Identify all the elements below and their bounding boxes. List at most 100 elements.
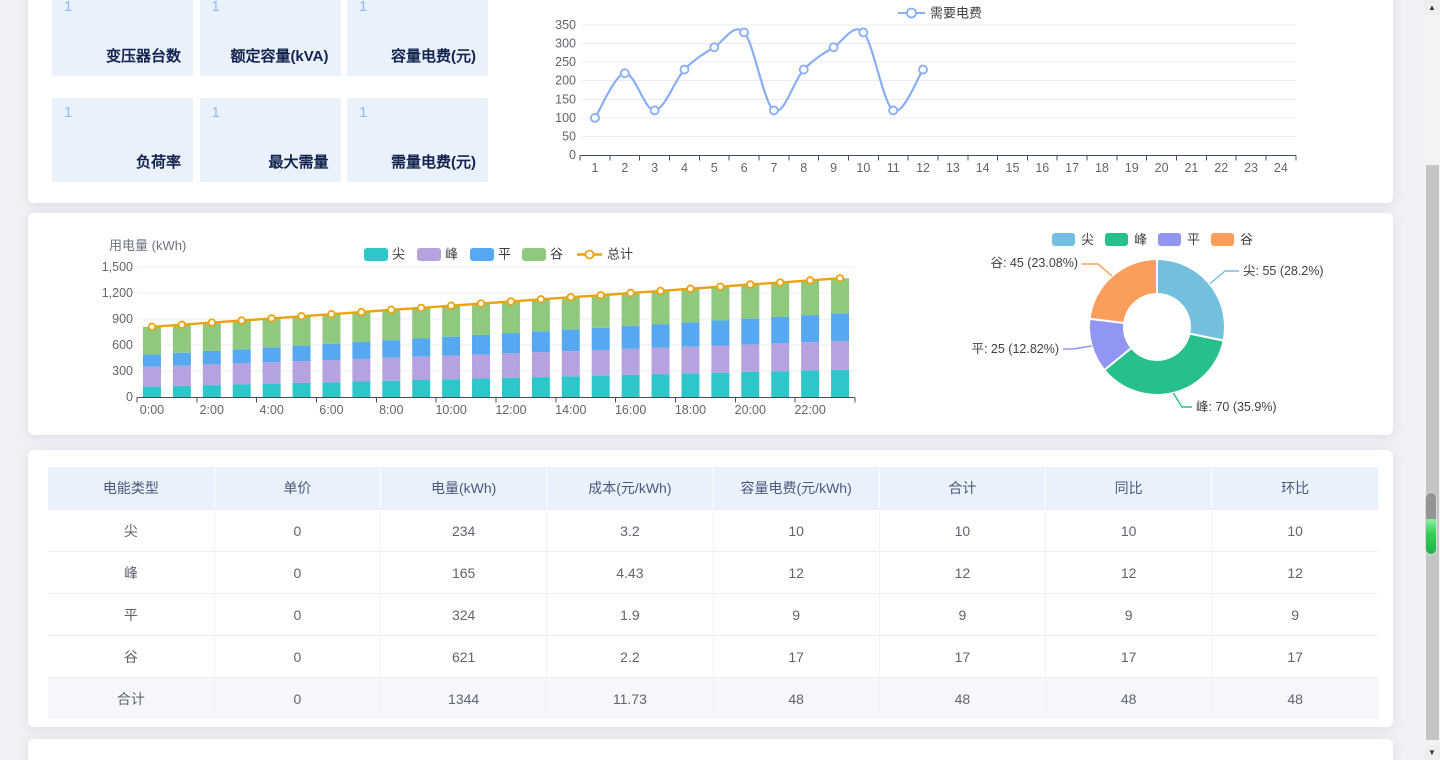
donut-legend-item[interactable]: 尖 bbox=[1052, 232, 1094, 247]
x-axis-tick: 5 bbox=[711, 161, 718, 175]
table-cell: 0 bbox=[214, 636, 380, 678]
table-footer-cell: 48 bbox=[1046, 678, 1212, 720]
stat-card-label: 负荷率 bbox=[136, 151, 181, 172]
next-panel-partial bbox=[28, 739, 1393, 760]
x-axis-tick: 24 bbox=[1274, 161, 1288, 175]
table-cell: 17 bbox=[1046, 636, 1212, 678]
x-axis-tick: 15 bbox=[1006, 161, 1020, 175]
donut-slice[interactable] bbox=[1090, 259, 1158, 323]
stat-card-label: 额定容量(kVA) bbox=[230, 45, 328, 66]
x-axis-tick: 19 bbox=[1125, 161, 1139, 175]
bar-segment bbox=[442, 356, 460, 380]
table-cell: 0 bbox=[214, 594, 380, 636]
legend-label: 峰 bbox=[445, 247, 458, 262]
legend-swatch-icon bbox=[1105, 233, 1128, 246]
demand-legend-item[interactable]: 需要电费 bbox=[898, 6, 982, 21]
bar-segment bbox=[652, 348, 670, 374]
usage-chart-svg: 用电量 (kWh)03006009001,2001,5000:002:004:0… bbox=[95, 233, 885, 425]
bar-segment bbox=[412, 339, 430, 357]
bar-segment bbox=[831, 313, 849, 341]
label-leader-line bbox=[1063, 346, 1092, 349]
scrollbar-down-icon[interactable]: ▼ bbox=[1424, 745, 1440, 760]
y-axis-tick: 0 bbox=[126, 390, 133, 404]
scroll-position-indicator[interactable] bbox=[1425, 492, 1437, 555]
bar-segment bbox=[592, 350, 610, 376]
bar-segment bbox=[352, 359, 370, 382]
indicator-green-segment bbox=[1426, 519, 1436, 554]
table-cell: 10 bbox=[879, 510, 1045, 552]
bar-segment bbox=[203, 323, 221, 351]
bar-segment bbox=[622, 349, 640, 375]
bar-segment bbox=[741, 285, 759, 319]
x-axis-tick: 0:00 bbox=[140, 403, 164, 417]
stat-card-label: 容量电费(元) bbox=[391, 45, 476, 66]
x-axis-tick: 10:00 bbox=[435, 403, 466, 417]
table-cell: 9 bbox=[713, 594, 879, 636]
x-axis-tick: 20 bbox=[1155, 161, 1169, 175]
bar-segment bbox=[652, 374, 670, 397]
table-cell: 4.43 bbox=[547, 552, 713, 594]
bar-segment bbox=[681, 322, 699, 346]
stat-card-label: 变压器台数 bbox=[106, 45, 181, 66]
bar-segment bbox=[532, 352, 550, 377]
legend-swatch-icon bbox=[1052, 233, 1075, 246]
table-cell: 12 bbox=[1046, 552, 1212, 594]
column-header: 同比 bbox=[1046, 467, 1212, 510]
y-axis-tick: 600 bbox=[112, 338, 133, 352]
data-point-marker bbox=[740, 28, 748, 36]
column-header: 单价 bbox=[214, 467, 380, 510]
usage-legend-item[interactable]: 谷 bbox=[522, 247, 563, 262]
donut-legend-item[interactable]: 平 bbox=[1158, 232, 1200, 247]
table-cell: 10 bbox=[1212, 510, 1378, 552]
legend-label: 需要电费 bbox=[930, 6, 982, 21]
bar-segment bbox=[532, 299, 550, 331]
x-axis-tick: 7 bbox=[770, 161, 777, 175]
usage-legend-item[interactable]: 峰 bbox=[417, 247, 458, 262]
donut-legend-item[interactable]: 谷 bbox=[1211, 232, 1253, 247]
table-cell: 12 bbox=[1212, 552, 1378, 594]
bar-segment bbox=[562, 297, 580, 329]
scrollbar-up-icon[interactable]: ▲ bbox=[1424, 0, 1440, 15]
bar-segment bbox=[263, 318, 281, 347]
bar-segment bbox=[771, 317, 789, 343]
data-point-marker bbox=[859, 28, 867, 36]
y-axis-tick: 900 bbox=[112, 312, 133, 326]
bar-segment bbox=[652, 291, 670, 324]
x-axis-tick: 18:00 bbox=[675, 403, 706, 417]
x-axis-tick: 6:00 bbox=[319, 403, 343, 417]
table-row: 平03241.99999 bbox=[48, 594, 1378, 636]
bar-segment bbox=[622, 326, 640, 349]
x-axis-tick: 1 bbox=[592, 161, 599, 175]
table-cell: 621 bbox=[381, 636, 547, 678]
y-axis-tick: 250 bbox=[555, 55, 576, 69]
table-cell: 165 bbox=[381, 552, 547, 594]
bar-segment bbox=[472, 379, 490, 397]
legend-label: 谷 bbox=[550, 247, 563, 262]
y-axis-tick: 150 bbox=[555, 92, 576, 106]
legend-label: 尖 bbox=[392, 247, 405, 262]
x-axis-tick: 12 bbox=[916, 161, 930, 175]
table-footer-cell: 合计 bbox=[48, 678, 214, 720]
bar-segment bbox=[263, 347, 281, 362]
column-header: 电能类型 bbox=[48, 467, 214, 510]
donut-slice[interactable] bbox=[1157, 259, 1225, 341]
table-cell: 谷 bbox=[48, 636, 214, 678]
data-point-marker bbox=[919, 66, 927, 74]
usage-legend-item[interactable]: 平 bbox=[470, 247, 511, 262]
bar-segment bbox=[801, 342, 819, 370]
legend-label: 平 bbox=[1187, 232, 1200, 247]
usage-legend-item-total[interactable]: 总计 bbox=[577, 247, 633, 262]
table-cell: 1.9 bbox=[547, 594, 713, 636]
y-axis-tick: 50 bbox=[562, 129, 576, 143]
bar-segment bbox=[592, 376, 610, 397]
y-axis-tick: 200 bbox=[555, 74, 576, 88]
total-line-marker bbox=[478, 300, 485, 307]
scrollbar-thumb[interactable] bbox=[1426, 165, 1439, 740]
bar-segment bbox=[382, 340, 400, 358]
table-row: 峰01654.4312121212 bbox=[48, 552, 1378, 594]
bar-segment bbox=[831, 278, 849, 313]
x-axis-tick: 10 bbox=[856, 161, 870, 175]
bar-segment bbox=[622, 293, 640, 326]
usage-legend-item[interactable]: 尖 bbox=[364, 247, 405, 262]
donut-legend-item[interactable]: 峰 bbox=[1105, 232, 1147, 247]
